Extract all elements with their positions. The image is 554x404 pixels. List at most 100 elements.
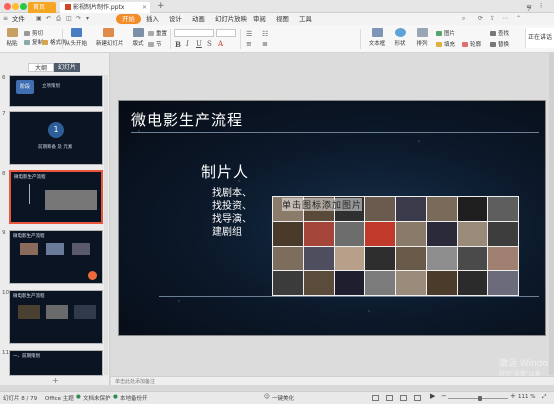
bullet-item: 找剧本、 bbox=[212, 188, 252, 199]
font-color-button[interactable]: A bbox=[218, 40, 223, 48]
font-size-select[interactable] bbox=[216, 29, 236, 37]
protection-status[interactable]: 文档未保护 bbox=[83, 394, 111, 402]
user-avatar[interactable]: 亨 bbox=[526, 3, 532, 12]
notes-view-icon[interactable] bbox=[372, 395, 379, 401]
layout-button[interactable]: 版式 bbox=[128, 28, 148, 47]
zoom-in-icon[interactable]: + bbox=[510, 392, 516, 400]
divider bbox=[360, 29, 361, 49]
menu-view[interactable]: 视图 bbox=[273, 14, 292, 24]
paste-button[interactable]: 粘贴 bbox=[2, 28, 22, 47]
outline-button[interactable]: 轮廓 bbox=[462, 40, 481, 48]
add-picture-placeholder[interactable]: 单击图标添加图片 bbox=[282, 198, 363, 211]
scissors-icon bbox=[24, 31, 30, 36]
beautify-button[interactable]: 一键美化 bbox=[272, 394, 294, 402]
current-slide[interactable]: 微电影生产流程 制片人 找剧本、 找投资、 找导演、 建剧组 单击图标添加图片 bbox=[118, 100, 546, 336]
zoom-slider[interactable] bbox=[448, 396, 508, 401]
slide-thumbnail-8[interactable]: 微电影生产流程 bbox=[9, 170, 103, 224]
slide-thumbnail-6[interactable]: 阶段 立项策划 bbox=[9, 75, 103, 107]
menu-icon[interactable]: ≡ bbox=[3, 15, 8, 22]
bullets-button[interactable]: ☰ bbox=[246, 30, 252, 38]
cut-button[interactable]: 剪切 bbox=[24, 29, 43, 37]
title-underline bbox=[131, 132, 539, 133]
replace-button[interactable]: 替换 bbox=[490, 40, 509, 48]
photo-collage[interactable] bbox=[272, 196, 519, 296]
play-slideshow-icon[interactable]: ▶ bbox=[430, 392, 435, 400]
text-box-button[interactable]: 文本框 bbox=[366, 28, 388, 47]
tab-home[interactable]: 首页 bbox=[28, 2, 56, 13]
editor-scrollbar[interactable] bbox=[549, 53, 554, 375]
tab-slides[interactable]: 幻灯片 bbox=[54, 63, 80, 72]
title-bar: 首页 影视制片制作.pptx ✕ + 亨 ⁝ bbox=[0, 0, 554, 13]
minimize-window-dot[interactable] bbox=[12, 3, 19, 10]
menu-review[interactable]: 审阅 bbox=[250, 14, 269, 24]
notes-pane[interactable]: 单击此处添加备注 bbox=[111, 376, 554, 385]
align-center-button[interactable]: ≣ bbox=[262, 40, 268, 48]
menu-design[interactable]: 设计 bbox=[166, 14, 185, 24]
add-slide-icon[interactable]: + bbox=[52, 376, 59, 385]
reading-view-icon[interactable] bbox=[414, 395, 421, 401]
font-name-select[interactable] bbox=[174, 29, 214, 37]
new-slide-button[interactable]: 新建幻灯片 bbox=[96, 28, 124, 47]
slide-thumbnail-10[interactable]: 微电影生产流程 bbox=[9, 290, 103, 344]
slide-bullets[interactable]: 找剧本、 找投资、 找导演、 建剧组 bbox=[212, 187, 252, 239]
menu-insert[interactable]: 插入 bbox=[143, 14, 162, 24]
close-window-dot[interactable] bbox=[4, 3, 11, 10]
italic-button[interactable]: I bbox=[186, 40, 189, 48]
print-icon[interactable]: ⎙ bbox=[56, 15, 61, 23]
menu-slideshow[interactable]: 幻灯片放映 bbox=[212, 14, 250, 24]
search-icon[interactable]: ⌕ bbox=[462, 15, 465, 23]
more-icon[interactable]: ⁝ bbox=[540, 2, 542, 10]
sorter-view-icon[interactable] bbox=[400, 395, 407, 401]
collapse-icon[interactable]: ⌃ bbox=[516, 15, 521, 22]
slide-thumbnail-9[interactable]: 微电影生产流程 bbox=[9, 230, 103, 284]
bold-button[interactable]: B bbox=[175, 40, 181, 49]
replace-icon bbox=[490, 42, 496, 47]
underline-button[interactable]: U bbox=[196, 40, 202, 48]
zoom-slider-thumb[interactable] bbox=[478, 396, 482, 401]
section-button[interactable]: 节 bbox=[148, 40, 162, 48]
picture-button[interactable]: 图片 bbox=[436, 29, 455, 37]
menu-home[interactable]: 开始 bbox=[116, 14, 141, 24]
normal-view-icon[interactable] bbox=[386, 395, 393, 401]
find-button[interactable]: 查找 bbox=[490, 29, 509, 37]
menu-file[interactable]: 文件 bbox=[9, 14, 28, 24]
add-slide-badge-icon[interactable] bbox=[88, 271, 97, 280]
slide-title[interactable]: 微电影生产流程 bbox=[131, 109, 243, 130]
share-icon[interactable]: ⇪ bbox=[490, 15, 495, 22]
slide-thumbnail-11[interactable]: 一、前期策划 bbox=[9, 350, 103, 376]
shape-button[interactable]: 形状 bbox=[390, 28, 410, 47]
backup-status[interactable]: 本地备份开 bbox=[120, 394, 148, 402]
more-menu-icon[interactable]: ⋯ bbox=[502, 15, 508, 22]
zoom-level[interactable]: 111 % bbox=[518, 394, 535, 400]
maximize-window-dot[interactable] bbox=[20, 3, 27, 10]
paste-icon bbox=[6, 28, 18, 37]
preview-icon[interactable]: ◫ bbox=[66, 15, 72, 22]
menu-animation[interactable]: 动画 bbox=[189, 14, 208, 24]
fit-window-icon[interactable]: ⤢ bbox=[542, 394, 546, 401]
copy-button[interactable]: 复制 bbox=[24, 38, 43, 46]
photo-tile bbox=[396, 197, 426, 221]
strikethrough-button[interactable]: S bbox=[207, 40, 212, 48]
panel-scrollbar[interactable] bbox=[104, 75, 108, 375]
arrange-button[interactable]: 排列 bbox=[412, 28, 432, 47]
tab-document[interactable]: 影视制片制作.pptx ✕ bbox=[60, 2, 150, 13]
fill-button[interactable]: 填充 bbox=[436, 40, 455, 48]
menu-tools[interactable]: 工具 bbox=[296, 14, 315, 24]
slide-heading[interactable]: 制片人 bbox=[201, 161, 249, 182]
add-tab-icon[interactable]: + bbox=[157, 1, 165, 11]
save-icon[interactable]: ▣ bbox=[36, 15, 42, 22]
redo-icon[interactable]: ↷ bbox=[76, 15, 81, 22]
from-start-button[interactable]: 从头开始 bbox=[64, 28, 88, 47]
speaking-panel-tab[interactable]: 正在讲话 bbox=[525, 28, 554, 48]
dropdown-icon[interactable]: ▾ bbox=[86, 15, 89, 22]
numbering-button[interactable]: ☷ bbox=[262, 30, 268, 38]
close-tab-icon[interactable]: ✕ bbox=[142, 2, 147, 13]
align-left-button[interactable]: ≡ bbox=[246, 40, 252, 48]
zoom-out-icon[interactable]: − bbox=[441, 392, 447, 400]
sync-icon[interactable]: ⟳ bbox=[478, 15, 483, 22]
slide-thumbnail-7[interactable]: 1 前期筹备 及 元素 bbox=[9, 111, 103, 165]
tab-outline[interactable]: 大纲 bbox=[28, 63, 54, 72]
bullet-item: 找投资、 bbox=[212, 201, 252, 212]
reset-button[interactable]: 重置 bbox=[148, 29, 167, 37]
undo-icon[interactable]: ↶ bbox=[46, 15, 51, 22]
